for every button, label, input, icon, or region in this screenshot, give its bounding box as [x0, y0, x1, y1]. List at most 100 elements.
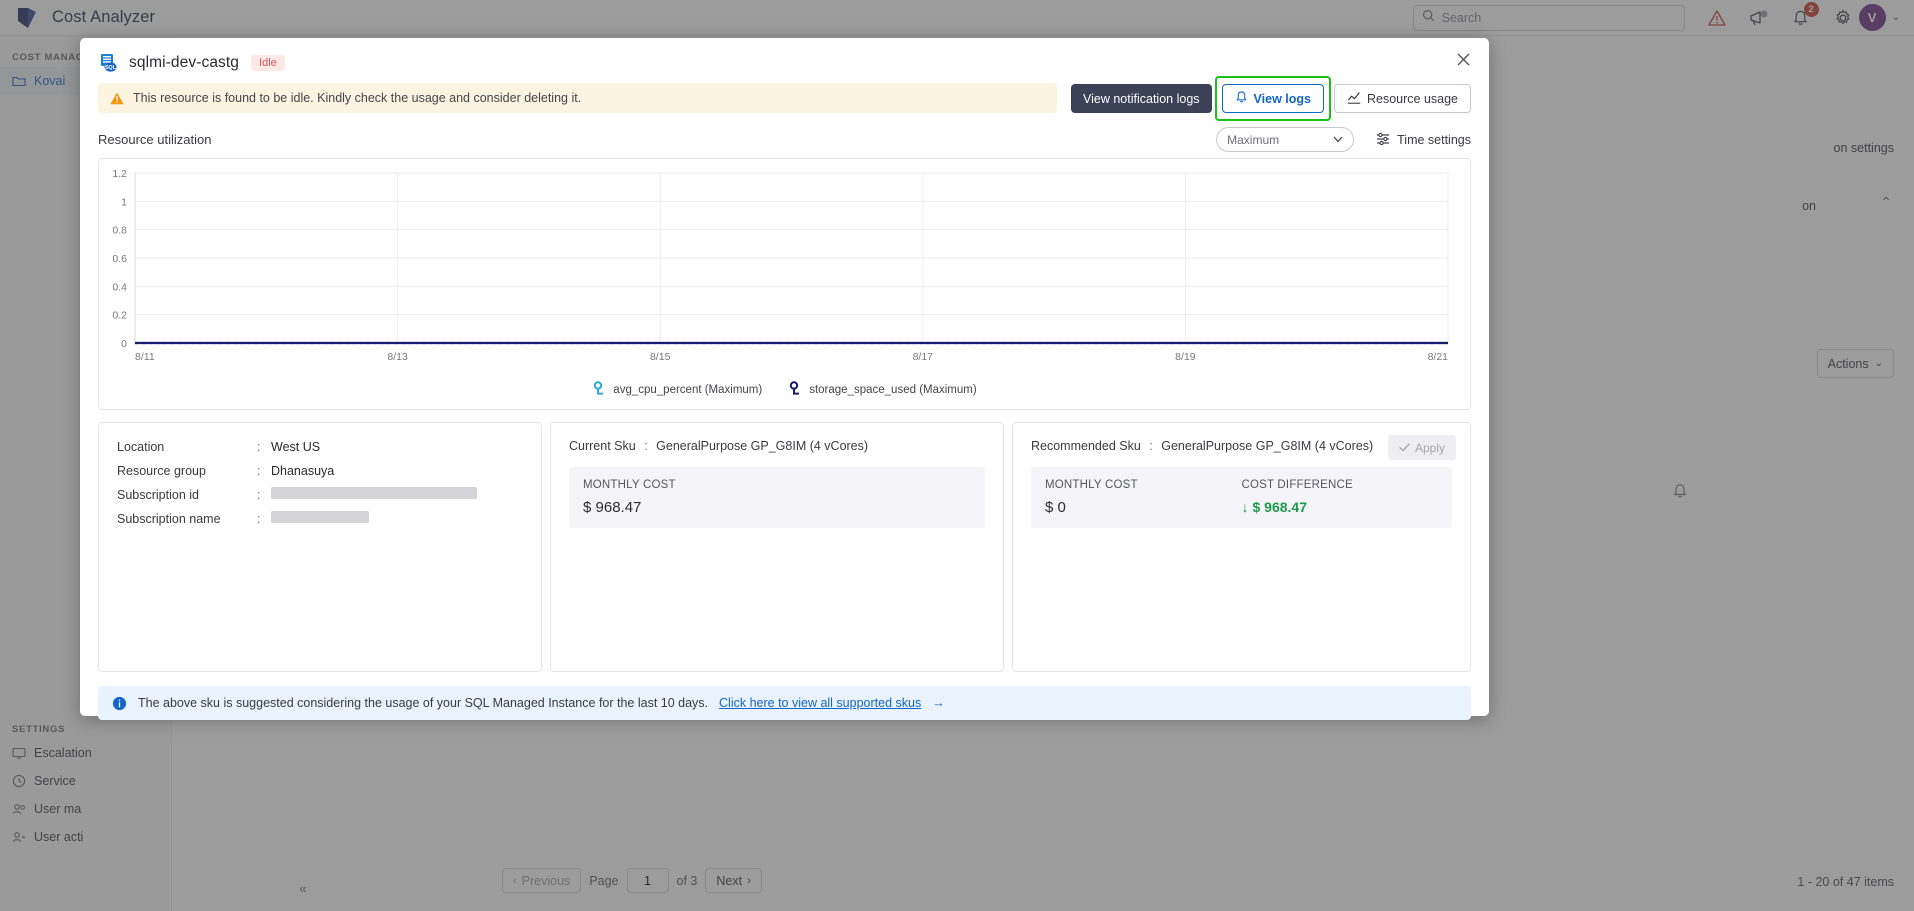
current-sku-separator: : [644, 439, 648, 453]
detail-value: West US [271, 440, 321, 454]
chevron-down-icon [1333, 134, 1343, 146]
current-monthly-cost: MONTHLY COST $ 968.47 [583, 479, 971, 516]
recommended-monthly-cost: MONTHLY COST $ 0 [1045, 479, 1242, 516]
warning-triangle-icon [110, 92, 124, 105]
status-badge: Idle [251, 54, 285, 71]
info-icon [112, 696, 127, 711]
resource-utilization-header: Resource utilization Maximum Time settin… [80, 113, 1489, 158]
current-sku-header: Current Sku : GeneralPurpose GP_G8IM (4 … [569, 439, 985, 453]
svg-text:0.8: 0.8 [112, 225, 127, 237]
aggregation-select[interactable]: Maximum [1216, 127, 1355, 152]
resource-usage-button[interactable]: Resource usage [1333, 84, 1471, 113]
legend-marker-icon [788, 381, 802, 399]
time-settings-button[interactable]: Time settings [1376, 132, 1471, 148]
redacted-value [271, 487, 477, 499]
resource-utilization-chart[interactable]: 1.2 1 0.8 0.6 0.4 0.2 0 8/11 8/13 8/15 8/17 8/19 8/2… [98, 158, 1471, 410]
apply-button[interactable]: Apply [1387, 435, 1456, 460]
view-logs-button[interactable]: View logs [1221, 84, 1324, 113]
modal-action-buttons: View notification logs View logs Resourc… [1071, 76, 1471, 121]
close-icon[interactable] [1456, 52, 1471, 70]
resource-utilization-title: Resource utilization [98, 132, 212, 147]
detail-key: Subscription name [117, 512, 221, 526]
info-text: The above sku is suggested considering t… [138, 696, 709, 710]
detail-row-location: Location : West US [117, 439, 523, 456]
chart-legend: avg_cpu_percent (Maximum) storage_space_… [99, 381, 1470, 399]
view-logs-label: View logs [1253, 91, 1311, 106]
sliders-icon [1376, 132, 1390, 148]
legend-marker-icon [592, 381, 606, 399]
recommended-sku-value: GeneralPurpose GP_G8IM (4 vCores) [1161, 439, 1374, 453]
view-notification-logs-label: View notification logs [1083, 91, 1200, 106]
bell-icon [1235, 90, 1248, 107]
recommended-sku-card: Recommended Sku : GeneralPurpose GP_G8IM… [1012, 422, 1471, 672]
check-icon [1399, 441, 1410, 455]
legend-label: avg_cpu_percent (Maximum) [613, 384, 763, 396]
svg-text:1.2: 1.2 [112, 168, 127, 180]
aggregation-selected-value: Maximum [1227, 132, 1280, 147]
svg-text:8/17: 8/17 [913, 351, 934, 363]
legend-item-storage[interactable]: storage_space_used (Maximum) [788, 381, 977, 399]
detail-separator: : [257, 464, 261, 478]
recommended-sku-separator: : [1149, 439, 1153, 453]
detail-separator: : [257, 488, 261, 502]
time-settings-label: Time settings [1397, 132, 1471, 147]
detail-row-resource-group: Resource group : Dhanasuya [117, 463, 523, 480]
cost-difference: COST DIFFERENCE ↓ $ 968.47 [1242, 479, 1439, 516]
svg-text:8/21: 8/21 [1428, 351, 1449, 363]
monthly-cost-value: $ 0 [1045, 499, 1066, 516]
detail-row-subscription-name: Subscription name : [117, 511, 523, 528]
supported-skus-link-label: Click here to view all supported skus [719, 696, 922, 710]
sku-info-bar: The above sku is suggested considering t… [98, 686, 1471, 720]
current-sku-label: Current Sku [569, 439, 636, 453]
sql-database-icon: SQL [98, 52, 119, 73]
monthly-cost-value: $ 968.47 [583, 499, 642, 516]
detail-row-subscription-id: Subscription id : [117, 487, 523, 504]
monthly-cost-label: MONTHLY COST [1045, 479, 1138, 491]
svg-text:0.6: 0.6 [112, 253, 127, 265]
svg-text:0.4: 0.4 [112, 281, 127, 293]
view-logs-focus-wrapper: View logs [1214, 76, 1332, 121]
view-notification-logs-button[interactable]: View notification logs [1071, 84, 1212, 113]
modal-title: sqlmi-dev-castg [129, 53, 240, 71]
svg-text:0.2: 0.2 [112, 310, 127, 322]
banner-and-actions-row: This resource is found to be idle. Kindl… [80, 76, 1489, 121]
detail-separator: : [257, 440, 261, 454]
cost-difference-row: ↓ $ 968.47 [1242, 499, 1439, 515]
resource-usage-label: Resource usage [1366, 91, 1458, 106]
detail-cards-row: Location : West US Resource group : Dhan… [80, 410, 1489, 672]
banner-text: This resource is found to be idle. Kindl… [133, 91, 582, 105]
supported-skus-link[interactable]: Click here to view all supported skus [719, 696, 921, 710]
current-sku-value: GeneralPurpose GP_G8IM (4 vCores) [656, 439, 869, 453]
recommended-sku-label: Recommended Sku [1031, 439, 1141, 453]
chart-controls: Maximum Time settings [1216, 127, 1471, 152]
detail-key: Resource group [117, 464, 206, 478]
detail-key: Subscription id [117, 488, 199, 502]
cost-difference-label: COST DIFFERENCE [1241, 479, 1353, 491]
idle-warning-banner: This resource is found to be idle. Kindl… [98, 83, 1058, 113]
redacted-value [271, 511, 369, 523]
legend-label: storage_space_used (Maximum) [809, 384, 977, 396]
svg-text:8/15: 8/15 [650, 351, 671, 363]
svg-text:SQL: SQL [105, 65, 117, 71]
chart-icon [1347, 91, 1361, 107]
recommended-sku-cost-panel: MONTHLY COST $ 0 COST DIFFERENCE ↓ $ 968… [1031, 467, 1452, 528]
detail-value: Dhanasuya [271, 464, 335, 478]
apply-label: Apply [1414, 440, 1445, 455]
detail-key: Location [117, 440, 165, 454]
svg-text:8/11: 8/11 [135, 351, 155, 363]
cost-difference-value: $ 968.47 [1252, 499, 1308, 515]
svg-text:8/19: 8/19 [1175, 351, 1196, 363]
resource-details-card: Location : West US Resource group : Dhan… [98, 422, 542, 672]
resource-detail-modal: SQL sqlmi-dev-castg Idle This resource i… [80, 38, 1489, 720]
legend-item-cpu[interactable]: avg_cpu_percent (Maximum) [592, 381, 762, 399]
svg-text:0: 0 [121, 338, 127, 350]
current-sku-cost-panel: MONTHLY COST $ 968.47 [569, 467, 985, 528]
detail-separator: : [257, 512, 261, 526]
arrow-down-icon: ↓ [1241, 499, 1249, 515]
chart-canvas: 1.2 1 0.8 0.6 0.4 0.2 0 8/11 8/13 8/15 8/17 8/19 8/2… [112, 168, 1449, 363]
modal-header: SQL sqlmi-dev-castg Idle [80, 38, 1489, 83]
svg-text:8/13: 8/13 [387, 351, 408, 363]
monthly-cost-label: MONTHLY COST [583, 479, 676, 491]
current-sku-card: Current Sku : GeneralPurpose GP_G8IM (4 … [550, 422, 1004, 672]
arrow-right-icon: → [932, 696, 945, 710]
